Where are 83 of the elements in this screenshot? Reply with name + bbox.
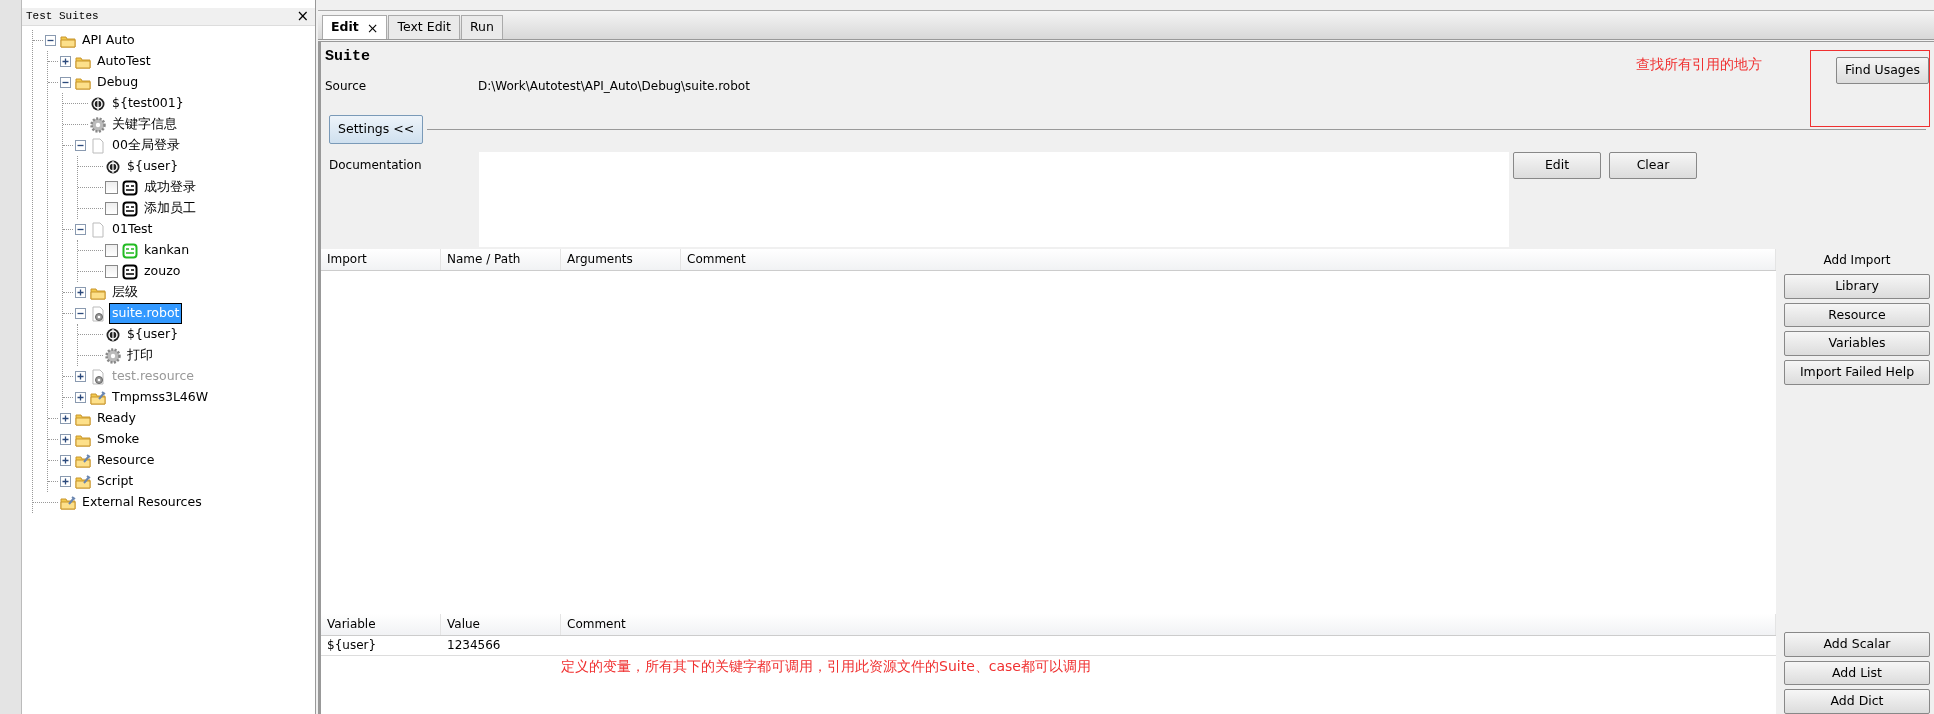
coin-icon <box>105 326 121 343</box>
expand-toggle[interactable] <box>60 476 71 487</box>
table-cell-text: 1234566 <box>446 637 502 655</box>
tree-item[interactable]: 关键字信息 <box>110 115 179 134</box>
folder-wrench-icon <box>75 452 91 469</box>
suite-title: Suite <box>325 47 371 67</box>
add-variable-button[interactable]: Add List <box>1784 660 1930 686</box>
tree-item[interactable]: AutoTest <box>95 52 153 71</box>
tree-item[interactable]: External Resources <box>80 493 204 512</box>
close-button[interactable]: × <box>294 9 311 24</box>
coin-icon <box>105 158 121 175</box>
tree-item[interactable]: kankan <box>142 241 192 260</box>
tab[interactable]: Edit × <box>322 15 388 39</box>
doc-button[interactable]: Edit <box>1513 151 1601 179</box>
tree-item[interactable]: Script <box>95 472 136 491</box>
column-header: Variable <box>321 613 441 635</box>
tree-item[interactable]: API Auto <box>80 31 137 50</box>
tree-item[interactable]: Resource <box>95 451 157 470</box>
import-button[interactable]: Resource <box>1784 302 1930 328</box>
file-icon <box>90 137 106 154</box>
expand-toggle[interactable] <box>75 287 86 298</box>
panel-title: Test Suites <box>26 9 99 25</box>
expand-toggle[interactable] <box>60 434 71 445</box>
expand-toggle[interactable] <box>75 392 86 403</box>
tree-item[interactable]: Smoke <box>95 430 142 449</box>
tree-item[interactable]: Ready <box>95 409 138 428</box>
collapse-toggle[interactable] <box>75 140 86 151</box>
side-title: Add Import <box>1822 251 1892 269</box>
column-header: Import <box>321 248 441 270</box>
tab[interactable]: Run <box>460 15 503 39</box>
tree-item[interactable]: 层级 <box>110 283 140 302</box>
tree-item[interactable]: ${user} <box>125 157 181 176</box>
tree-item[interactable]: 01Test <box>110 220 155 239</box>
tree-item[interactable]: Debug <box>95 73 141 92</box>
file-gear-icon <box>90 368 106 385</box>
annotation-text: 定义的变量，所有其下的关键字都可调用，引用此资源文件的Suite、case都可以调用 <box>560 656 1092 676</box>
expand-toggle[interactable] <box>60 455 71 466</box>
tab[interactable]: Text Edit <box>388 15 460 39</box>
source-path: D:\Work\Autotest\API_Auto\Debug\suite.robot <box>478 77 750 95</box>
tree-item[interactable]: zouzo <box>142 262 183 281</box>
tree-item[interactable]: 添加员工 <box>142 199 198 218</box>
find-usages-button[interactable]: Find Usages <box>1835 57 1929 84</box>
folder-wrench-icon <box>90 389 106 406</box>
import-button[interactable]: Library <box>1784 273 1930 299</box>
column-header: Name / Path <box>441 248 561 270</box>
add-variable-button[interactable]: Add Scalar <box>1784 631 1930 657</box>
annotation-text: 查找所有引用的地方 <box>1636 55 1762 74</box>
add-variable-button[interactable]: Add Dict <box>1784 689 1930 714</box>
tree-item[interactable]: ${test001} <box>110 94 186 113</box>
doc-button[interactable]: Clear <box>1609 151 1697 179</box>
import-button[interactable]: Variables <box>1784 331 1930 356</box>
import-button[interactable]: Import Failed Help <box>1784 360 1930 385</box>
collapse-toggle[interactable] <box>60 77 71 88</box>
column-header: Value <box>441 613 561 635</box>
expand-toggle[interactable] <box>60 413 71 424</box>
checkbox[interactable] <box>105 265 118 278</box>
checkbox[interactable] <box>105 244 118 257</box>
column-header: Comment <box>561 613 1776 635</box>
column-header: Arguments <box>561 248 681 270</box>
collapse-toggle[interactable] <box>75 308 86 319</box>
tree-item[interactable]: 打印 <box>125 346 155 365</box>
gear-icon <box>90 116 106 133</box>
tree-item[interactable]: 成功登录 <box>142 178 198 197</box>
source-label: Source <box>325 77 368 95</box>
folder-wrench-icon <box>75 473 91 490</box>
file-gear-icon <box>90 305 106 322</box>
collapse-toggle[interactable] <box>75 224 86 235</box>
column-header: Comment <box>681 248 1776 270</box>
table-cell-text: ${user} <box>326 637 378 655</box>
collapse-toggle[interactable] <box>45 35 56 46</box>
expand-toggle[interactable] <box>60 56 71 67</box>
coin-icon <box>90 95 106 112</box>
folder-wrench-icon <box>60 494 76 511</box>
documentation-label: Documentation <box>329 156 423 174</box>
gear-icon <box>105 347 121 364</box>
checkbox[interactable] <box>105 181 118 194</box>
file-icon <box>90 221 106 238</box>
settings-button[interactable]: Settings << <box>329 115 424 144</box>
tree-item[interactable]: ${user} <box>125 325 181 344</box>
tree-item[interactable]: 00全局登录 <box>110 136 182 155</box>
tree-item[interactable]: Tmpmss3L46W <box>110 388 211 407</box>
checkbox[interactable] <box>105 202 118 215</box>
close-icon[interactable]: × <box>366 20 379 35</box>
